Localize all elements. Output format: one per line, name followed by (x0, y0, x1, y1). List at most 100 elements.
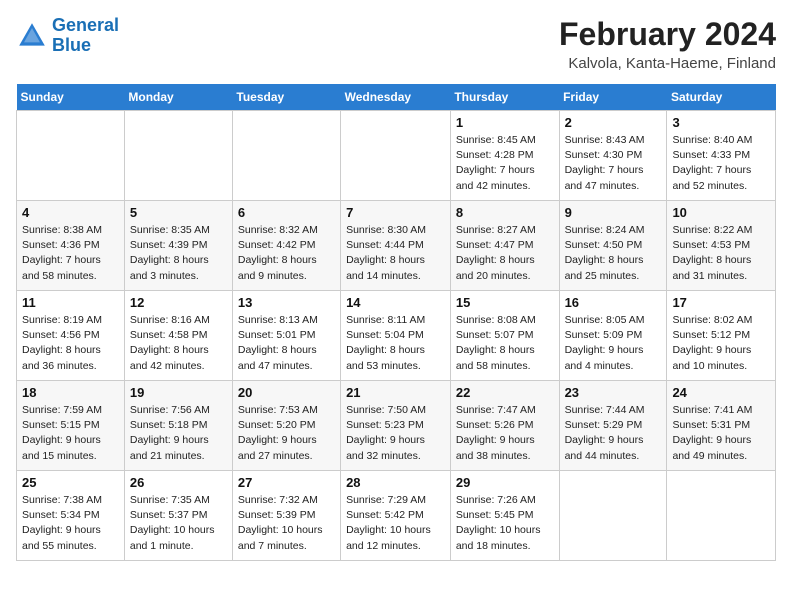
title-area: February 2024 Kalvola, Kanta-Haeme, Finl… (559, 16, 776, 72)
day-info: Sunrise: 8:35 AM Sunset: 4:39 PM Dayligh… (130, 223, 227, 284)
calendar-cell: 15 Sunrise: 8:08 AM Sunset: 5:07 PM Dayli… (450, 291, 559, 381)
calendar-cell: 23 Sunrise: 7:44 AM Sunset: 5:29 PM Dayli… (559, 381, 667, 471)
day-info: Sunrise: 7:56 AM Sunset: 5:18 PM Dayligh… (130, 403, 227, 464)
calendar-cell: 27 Sunrise: 7:32 AM Sunset: 5:39 PM Dayli… (232, 471, 340, 561)
calendar-cell: 28 Sunrise: 7:29 AM Sunset: 5:42 PM Dayli… (341, 471, 451, 561)
day-number: 28 (346, 475, 445, 490)
day-info: Sunrise: 8:16 AM Sunset: 4:58 PM Dayligh… (130, 313, 227, 374)
calendar-cell (17, 111, 125, 201)
calendar-cell: 5 Sunrise: 8:35 AM Sunset: 4:39 PM Daylig… (124, 201, 232, 291)
calendar-cell: 7Sunrise: 8:30 AM Sunset: 4:44 PM Daylig… (341, 201, 451, 291)
day-info: Sunrise: 8:24 AM Sunset: 4:50 PM Dayligh… (565, 223, 662, 284)
logo-line2: Blue (52, 35, 91, 55)
day-info: Sunrise: 8:11 AM Sunset: 5:04 PM Dayligh… (346, 313, 445, 374)
day-number: 24 (672, 385, 770, 400)
calendar-cell: 4Sunrise: 8:38 AM Sunset: 4:36 PM Daylig… (17, 201, 125, 291)
day-number: 6 (238, 205, 335, 220)
day-number: 23 (565, 385, 662, 400)
day-info: Sunrise: 8:45 AM Sunset: 4:28 PM Dayligh… (456, 133, 554, 194)
day-info: Sunrise: 7:32 AM Sunset: 5:39 PM Dayligh… (238, 493, 335, 554)
day-info: Sunrise: 8:13 AM Sunset: 5:01 PM Dayligh… (238, 313, 335, 374)
day-info: Sunrise: 8:02 AM Sunset: 5:12 PM Dayligh… (672, 313, 770, 374)
calendar-cell: 17 Sunrise: 8:02 AM Sunset: 5:12 PM Dayli… (667, 291, 776, 381)
calendar-cell: 24Sunrise: 7:41 AM Sunset: 5:31 PM Dayli… (667, 381, 776, 471)
day-number: 22 (456, 385, 554, 400)
day-info: Sunrise: 8:32 AM Sunset: 4:42 PM Dayligh… (238, 223, 335, 284)
day-info: Sunrise: 7:29 AM Sunset: 5:42 PM Dayligh… (346, 493, 445, 554)
calendar-week-1: 1 Sunrise: 8:45 AM Sunset: 4:28 PM Daylig… (17, 111, 776, 201)
calendar-cell (124, 111, 232, 201)
calendar-cell: 9 Sunrise: 8:24 AM Sunset: 4:50 PM Daylig… (559, 201, 667, 291)
calendar-week-5: 25 Sunrise: 7:38 AM Sunset: 5:34 PM Dayli… (17, 471, 776, 561)
calendar-cell: 26 Sunrise: 7:35 AM Sunset: 5:37 PM Dayli… (124, 471, 232, 561)
day-info: Sunrise: 8:27 AM Sunset: 4:47 PM Dayligh… (456, 223, 554, 284)
day-number: 21 (346, 385, 445, 400)
calendar-table: Sunday Monday Tuesday Wednesday Thursday… (16, 84, 776, 561)
calendar-cell: 16 Sunrise: 8:05 AM Sunset: 5:09 PM Dayli… (559, 291, 667, 381)
day-info: Sunrise: 7:38 AM Sunset: 5:34 PM Dayligh… (22, 493, 119, 554)
day-info: Sunrise: 8:43 AM Sunset: 4:30 PM Dayligh… (565, 133, 662, 194)
calendar-cell: 19Sunrise: 7:56 AM Sunset: 5:18 PM Dayli… (124, 381, 232, 471)
day-number: 20 (238, 385, 335, 400)
calendar-title: February 2024 (559, 16, 776, 53)
calendar-cell (559, 471, 667, 561)
day-info: Sunrise: 8:08 AM Sunset: 5:07 PM Dayligh… (456, 313, 554, 374)
logo-line1: General (52, 15, 119, 35)
calendar-cell: 29 Sunrise: 7:26 AM Sunset: 5:45 PM Dayli… (450, 471, 559, 561)
day-info: Sunrise: 7:44 AM Sunset: 5:29 PM Dayligh… (565, 403, 662, 464)
calendar-cell: 22Sunrise: 7:47 AM Sunset: 5:26 PM Dayli… (450, 381, 559, 471)
calendar-week-4: 18Sunrise: 7:59 AM Sunset: 5:15 PM Dayli… (17, 381, 776, 471)
day-number: 11 (22, 295, 119, 310)
calendar-week-3: 11 Sunrise: 8:19 AM Sunset: 4:56 PM Dayli… (17, 291, 776, 381)
calendar-cell (232, 111, 340, 201)
day-number: 27 (238, 475, 335, 490)
day-info: Sunrise: 8:22 AM Sunset: 4:53 PM Dayligh… (672, 223, 770, 284)
day-number: 25 (22, 475, 119, 490)
col-thursday: Thursday (450, 84, 559, 111)
day-info: Sunrise: 8:05 AM Sunset: 5:09 PM Dayligh… (565, 313, 662, 374)
calendar-cell: 10 Sunrise: 8:22 AM Sunset: 4:53 PM Dayli… (667, 201, 776, 291)
calendar-cell (667, 471, 776, 561)
day-info: Sunrise: 8:38 AM Sunset: 4:36 PM Dayligh… (22, 223, 119, 284)
day-number: 16 (565, 295, 662, 310)
day-number: 29 (456, 475, 554, 490)
day-info: Sunrise: 7:50 AM Sunset: 5:23 PM Dayligh… (346, 403, 445, 464)
calendar-cell: 13 Sunrise: 8:13 AM Sunset: 5:01 PM Dayli… (232, 291, 340, 381)
day-info: Sunrise: 8:40 AM Sunset: 4:33 PM Dayligh… (672, 133, 770, 194)
day-number: 1 (456, 115, 554, 130)
day-number: 8 (456, 205, 554, 220)
col-monday: Monday (124, 84, 232, 111)
header-row: Sunday Monday Tuesday Wednesday Thursday… (17, 84, 776, 111)
day-info: Sunrise: 7:53 AM Sunset: 5:20 PM Dayligh… (238, 403, 335, 464)
col-wednesday: Wednesday (341, 84, 451, 111)
col-sunday: Sunday (17, 84, 125, 111)
calendar-cell: 21 Sunrise: 7:50 AM Sunset: 5:23 PM Dayli… (341, 381, 451, 471)
col-tuesday: Tuesday (232, 84, 340, 111)
day-number: 14 (346, 295, 445, 310)
calendar-cell: 2Sunrise: 8:43 AM Sunset: 4:30 PM Daylig… (559, 111, 667, 201)
calendar-cell: 14 Sunrise: 8:11 AM Sunset: 5:04 PM Dayli… (341, 291, 451, 381)
day-number: 17 (672, 295, 770, 310)
calendar-cell: 3 Sunrise: 8:40 AM Sunset: 4:33 PM Daylig… (667, 111, 776, 201)
day-number: 26 (130, 475, 227, 490)
calendar-cell: 12 Sunrise: 8:16 AM Sunset: 4:58 PM Dayli… (124, 291, 232, 381)
calendar-cell: 1 Sunrise: 8:45 AM Sunset: 4:28 PM Daylig… (450, 111, 559, 201)
day-number: 3 (672, 115, 770, 130)
calendar-cell (341, 111, 451, 201)
calendar-cell: 20 Sunrise: 7:53 AM Sunset: 5:20 PM Dayli… (232, 381, 340, 471)
day-number: 7 (346, 205, 445, 220)
day-number: 12 (130, 295, 227, 310)
logo: General Blue (16, 16, 119, 56)
day-number: 15 (456, 295, 554, 310)
day-number: 9 (565, 205, 662, 220)
calendar-cell: 25 Sunrise: 7:38 AM Sunset: 5:34 PM Dayli… (17, 471, 125, 561)
day-number: 10 (672, 205, 770, 220)
day-info: Sunrise: 7:26 AM Sunset: 5:45 PM Dayligh… (456, 493, 554, 554)
header: General Blue February 2024 Kalvola, Kant… (16, 16, 776, 72)
day-number: 5 (130, 205, 227, 220)
calendar-cell: 11 Sunrise: 8:19 AM Sunset: 4:56 PM Dayli… (17, 291, 125, 381)
day-info: Sunrise: 8:19 AM Sunset: 4:56 PM Dayligh… (22, 313, 119, 374)
day-number: 13 (238, 295, 335, 310)
day-info: Sunrise: 7:35 AM Sunset: 5:37 PM Dayligh… (130, 493, 227, 554)
calendar-subtitle: Kalvola, Kanta-Haeme, Finland (559, 55, 776, 72)
